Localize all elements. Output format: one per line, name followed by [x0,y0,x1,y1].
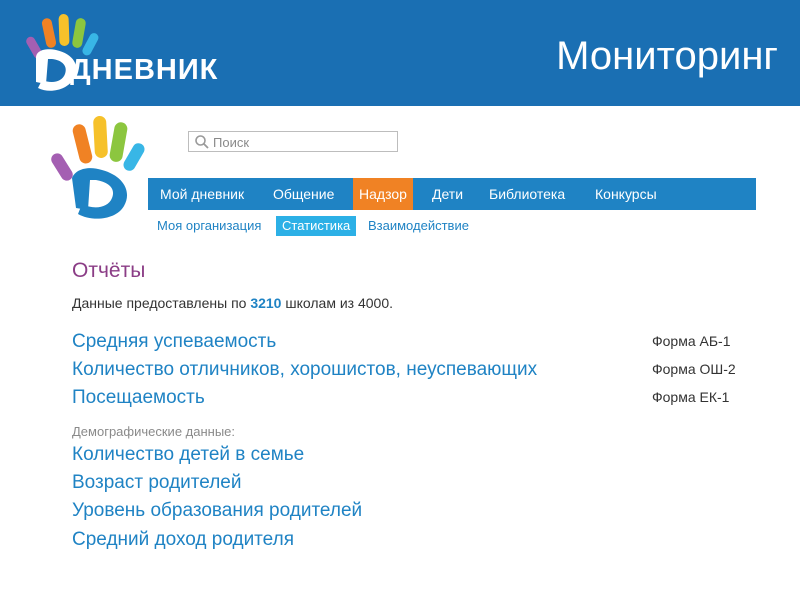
slide-title: Мониторинг [556,34,778,78]
site-logo-hand-icon[interactable] [50,112,150,222]
report-link-parent-income[interactable]: Средний доход родителя [72,529,294,551]
nav-item-library[interactable]: Библиотека [489,178,565,210]
form-label-osh2: Форма ОШ-2 [652,361,736,377]
nav-item-children[interactable]: Дети [432,178,463,210]
form-label-ab1: Форма АБ-1 [652,333,731,349]
report-link-average-performance[interactable]: Средняя успеваемость [72,331,276,353]
subnav-item-interaction[interactable]: Взаимодействие [368,216,469,236]
nav-item-communication[interactable]: Общение [273,178,334,210]
nav-item-my-diary[interactable]: Мой дневник [160,178,244,210]
search-input[interactable] [213,133,393,151]
report-link-parents-age[interactable]: Возраст родителей [72,472,241,494]
page-title: Отчёты [72,259,146,282]
report-link-children-in-family[interactable]: Количество детей в семье [72,444,304,466]
logo-text: ДНЕВНИК [70,54,219,86]
subnav-item-statistics[interactable]: Статистика [276,216,357,236]
nav-item-contests[interactable]: Конкурсы [595,178,657,210]
report-link-student-grades-count[interactable]: Количество отличников, хорошистов, неусп… [72,359,537,381]
form-label-ek1: Форма ЕК-1 [652,389,730,405]
data-coverage-text: Данные предоставлены по 3210 школам из 4… [72,295,393,311]
subnav-item-my-organization[interactable]: Моя организация [157,216,261,236]
search-box[interactable] [188,131,398,152]
search-icon [195,135,209,149]
main-nav: Мой дневник Общение Надзор Дети Библиоте… [148,178,756,210]
schools-count: 3210 [250,295,282,311]
info-suffix: школам из 4000. [285,295,393,311]
report-link-attendance[interactable]: Посещаемость [72,387,205,409]
slide-banner: ДНЕВНИК Мониторинг [0,0,800,106]
demographics-label: Демографические данные: [72,424,236,439]
nav-item-supervision[interactable]: Надзор [353,178,413,210]
info-prefix: Данные предоставлены по [72,295,247,311]
report-link-parents-education[interactable]: Уровень образования родителей [72,500,362,522]
